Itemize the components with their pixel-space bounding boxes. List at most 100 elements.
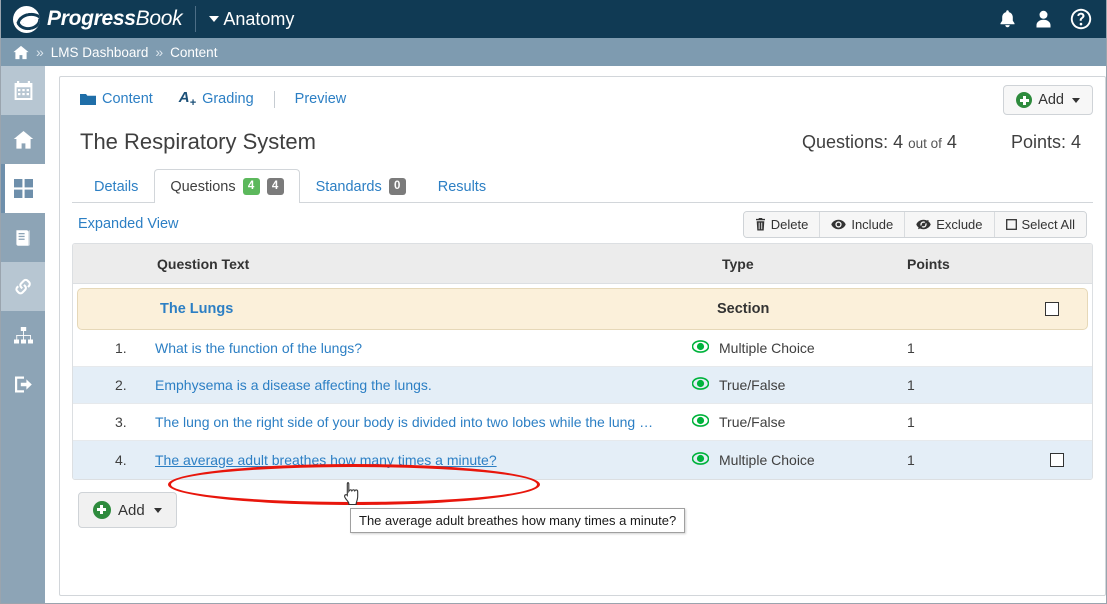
tab-questions-badge-included: 4: [242, 178, 260, 195]
plus-circle-icon: [93, 501, 111, 519]
brand-logo[interactable]: ProgressBook: [1, 5, 183, 33]
tab-questions-label: Questions: [170, 178, 236, 195]
trash-icon: [755, 218, 766, 231]
add-button-top[interactable]: Add: [1003, 85, 1093, 115]
sidebar-item-links[interactable]: [1, 262, 45, 311]
question-type: Multiple Choice: [719, 340, 815, 356]
questions-table: Question Text Type Points The Lungs Sect…: [72, 243, 1093, 480]
sidebar-item-gradebook[interactable]: [1, 213, 45, 262]
table-row[interactable]: 1. What is the function of the lungs? Mu…: [73, 330, 1092, 367]
question-type: True/False: [719, 414, 786, 430]
table-row[interactable]: 3. The lung on the right side of your bo…: [73, 404, 1092, 441]
title-row: The Respiratory System Questions: 4 out …: [72, 111, 1093, 153]
row-number: 3.: [115, 414, 127, 430]
question-text-link[interactable]: What is the function of the lungs?: [155, 340, 692, 356]
add-button-bottom[interactable]: Add: [78, 492, 177, 528]
breadcrumb-item-content[interactable]: Content: [170, 45, 217, 60]
logout-icon: [13, 375, 34, 394]
table-row[interactable]: 2. Emphysema is a disease affecting the …: [73, 367, 1092, 404]
tab-results[interactable]: Results: [422, 170, 502, 203]
book-icon: [13, 228, 33, 248]
breadcrumb-separator-2: »: [155, 44, 164, 60]
questions-stat-count: 4: [893, 132, 904, 152]
include-button[interactable]: Include: [820, 212, 906, 237]
progressbook-logo-icon: [13, 5, 40, 33]
question-points: 1: [907, 452, 915, 468]
course-selector[interactable]: Anatomy: [209, 9, 294, 30]
tab-preview[interactable]: Preview: [295, 91, 347, 107]
section-name-link[interactable]: The Lungs: [160, 301, 687, 317]
include-eye-icon[interactable]: [691, 414, 710, 430]
include-eye-icon[interactable]: [691, 377, 710, 393]
brand-name-primary: Progress: [47, 7, 136, 30]
include-eye-icon[interactable]: [691, 452, 710, 468]
add-button-top-label: Add: [1038, 92, 1064, 108]
tab-results-label: Results: [437, 179, 487, 195]
expanded-view-link[interactable]: Expanded View: [78, 216, 179, 232]
tab-preview-label: Preview: [294, 91, 347, 107]
user-icon[interactable]: [1034, 9, 1053, 29]
chevron-down-icon: [209, 16, 220, 22]
add-button-bottom-label: Add: [118, 501, 145, 519]
application-window: ProgressBook Anatomy » LMS Dashboard » C…: [0, 0, 1107, 604]
question-type: Multiple Choice: [719, 452, 815, 468]
calendar-icon: [13, 80, 34, 101]
content-mode-tabs: Content A+ Grading Preview: [72, 87, 1093, 111]
exclude-button[interactable]: Exclude: [905, 212, 995, 237]
question-text-link[interactable]: The average adult breathes how many time…: [155, 452, 692, 468]
eye-slash-icon: [916, 219, 931, 230]
table-row[interactable]: 4. The average adult breathes how many t…: [73, 441, 1092, 479]
sidebar-item-home[interactable]: [1, 115, 45, 164]
page-title: The Respiratory System: [80, 129, 316, 154]
breadcrumb-separator-1: »: [36, 44, 44, 60]
tab-grading[interactable]: A+ Grading: [179, 89, 254, 109]
row-select-checkbox[interactable]: [1050, 453, 1064, 467]
row-number: 2.: [115, 377, 127, 393]
questions-stat: Questions: 4 out of 4: [802, 132, 957, 153]
table-header-row: Question Text Type Points: [73, 244, 1092, 284]
list-toolbar: Expanded View Delete Include Exclude Sel…: [72, 203, 1093, 243]
question-points: 1: [907, 340, 915, 356]
tab-questions[interactable]: Questions 4 4: [154, 169, 300, 203]
tab-content[interactable]: Content: [80, 91, 153, 107]
left-navigation-rail: [1, 66, 64, 603]
tab-standards-badge: 0: [388, 178, 406, 195]
questions-stat-label: Questions:: [802, 132, 889, 152]
sidebar-item-logout[interactable]: [1, 360, 45, 409]
bell-icon[interactable]: [998, 9, 1017, 29]
column-header-question-text: Question Text: [157, 255, 250, 272]
row-number: 4.: [115, 452, 127, 468]
tab-standards[interactable]: Standards 0: [300, 169, 422, 203]
home-icon[interactable]: [13, 45, 29, 60]
question-text-link[interactable]: Emphysema is a disease affecting the lun…: [155, 377, 692, 393]
select-all-button-label: Select All: [1021, 217, 1075, 232]
section-kind-label: Section: [717, 301, 770, 317]
help-icon[interactable]: [1070, 8, 1092, 30]
folder-icon: [80, 93, 96, 106]
sidebar-item-calendar[interactable]: [1, 66, 45, 115]
checkbox-icon: [1005, 219, 1017, 230]
question-type: True/False: [719, 377, 786, 393]
brand-name: ProgressBook: [47, 7, 183, 31]
brand-name-secondary: Book: [135, 7, 183, 30]
top-bar-actions: [998, 8, 1106, 30]
question-text-link[interactable]: The lung on the right side of your body …: [155, 414, 692, 430]
chevron-down-icon: [153, 507, 162, 513]
section-select-checkbox[interactable]: [1045, 302, 1059, 316]
home-icon: [13, 130, 34, 150]
questions-stat-total: 4: [946, 132, 957, 152]
exclude-button-label: Exclude: [936, 217, 983, 232]
include-eye-icon[interactable]: [691, 340, 710, 356]
breadcrumb-item-lms-dashboard[interactable]: LMS Dashboard: [51, 45, 149, 60]
tab-standards-label: Standards: [315, 178, 382, 195]
delete-button[interactable]: Delete: [743, 212, 821, 237]
question-points: 1: [907, 377, 915, 393]
sidebar-item-dashboard[interactable]: [1, 164, 45, 213]
points-stat-value: 4: [1070, 132, 1081, 152]
select-all-button[interactable]: Select All: [994, 212, 1086, 237]
brand-divider: [195, 6, 197, 32]
tab-details[interactable]: Details: [78, 170, 154, 203]
hover-tooltip: The average adult breathes how many time…: [350, 508, 686, 533]
sidebar-item-organization[interactable]: [1, 311, 45, 360]
row-action-button-group: Delete Include Exclude Select All: [742, 211, 1087, 238]
